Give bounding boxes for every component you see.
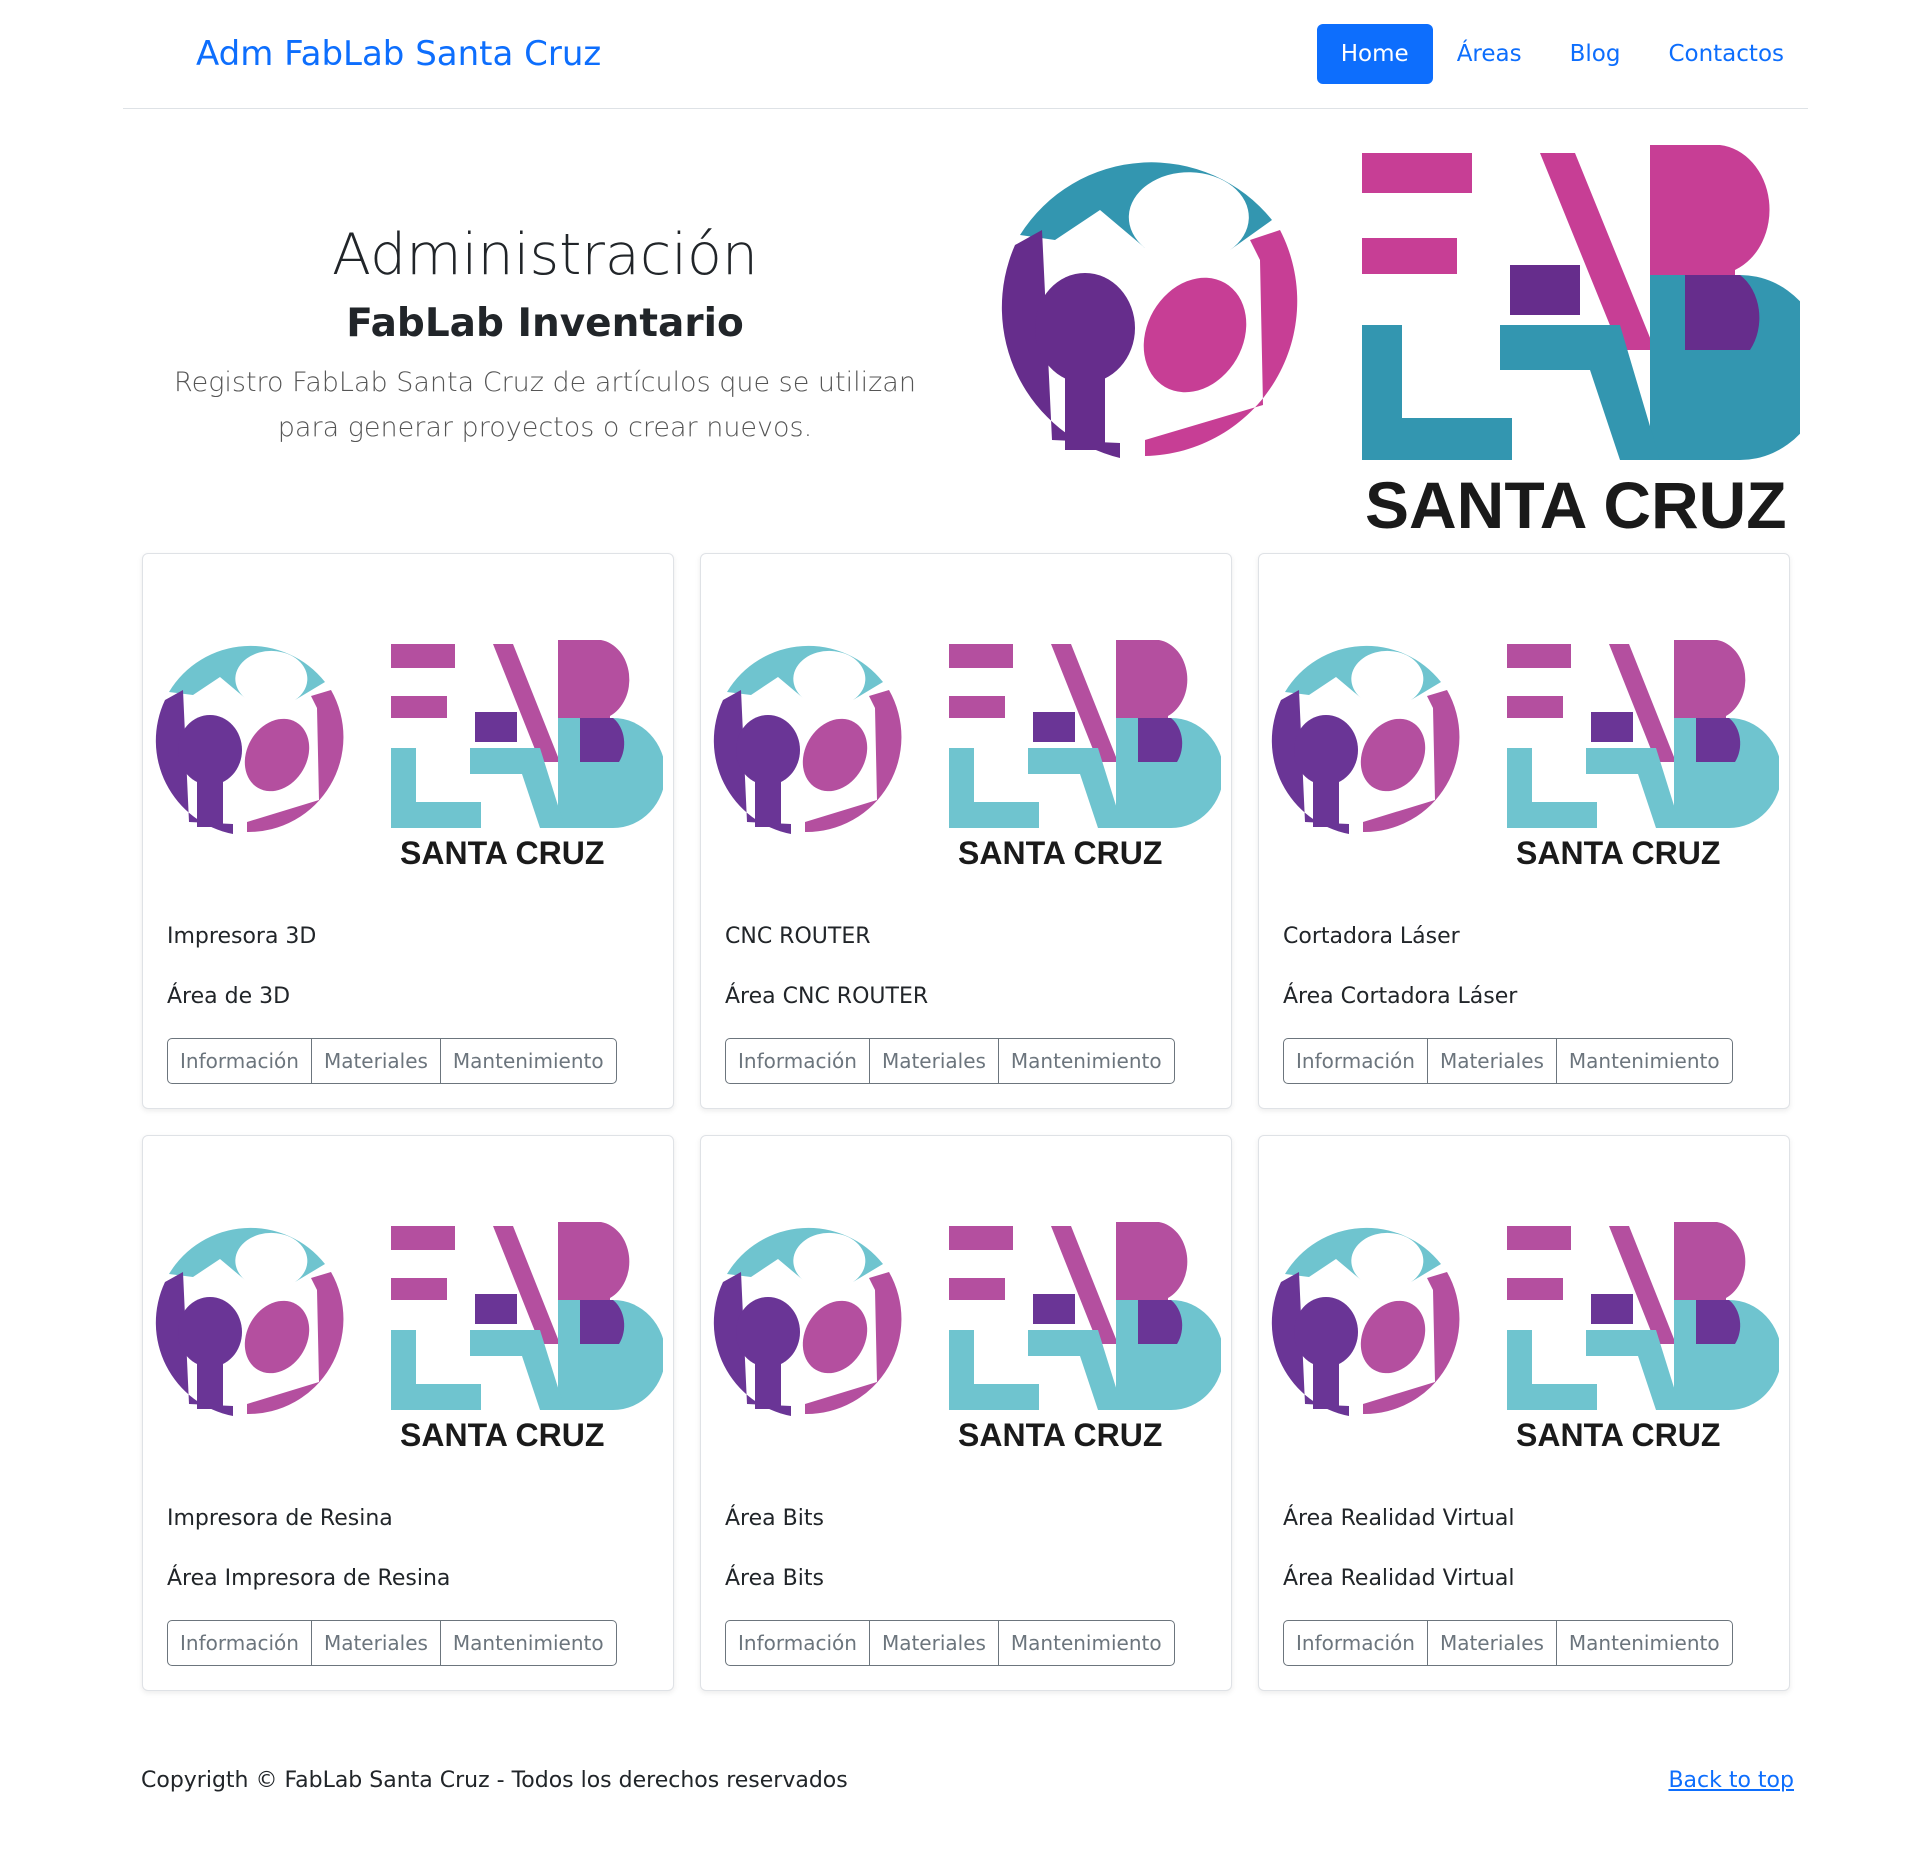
navbar: Adm FabLab Santa Cruz Home Áreas Blog Co… bbox=[123, 0, 1808, 109]
card-logo-image: SANTA CRUZ bbox=[1271, 640, 1779, 871]
mantenimiento-button[interactable]: Mantenimiento bbox=[1555, 1038, 1733, 1084]
area-card: SANTA CRUZ Área Bits Área Bits Informaci… bbox=[700, 1135, 1232, 1691]
fablab-letters-icon bbox=[391, 1222, 663, 1410]
card-button-group: Información Materiales Mantenimiento bbox=[1283, 1620, 1733, 1666]
area-card: SANTA CRUZ Impresora de Resina Área Impr… bbox=[142, 1135, 674, 1691]
main-nav: Home Áreas Blog Contactos bbox=[1316, 24, 1808, 84]
fablab-emblem-icon bbox=[1001, 162, 1298, 458]
card-logo-text: SANTA CRUZ bbox=[400, 1417, 604, 1453]
fablab-letters-icon bbox=[949, 640, 1221, 828]
fablab-letters-icon bbox=[1507, 1222, 1779, 1410]
brand-link[interactable]: Adm FabLab Santa Cruz bbox=[196, 34, 601, 74]
card-text: Área Impresora de Resina bbox=[167, 1566, 451, 1591]
hero-logo-text: SANTA CRUZ bbox=[1365, 468, 1787, 540]
area-card: SANTA CRUZ CNC ROUTER Área CNC ROUTER In… bbox=[700, 553, 1232, 1109]
card-text: Área de 3D bbox=[167, 984, 291, 1009]
card-button-group: Información Materiales Mantenimiento bbox=[725, 1038, 1175, 1084]
card-logo-image: SANTA CRUZ bbox=[713, 640, 1221, 871]
fablab-emblem-icon bbox=[155, 1227, 344, 1416]
card-title: Área Bits bbox=[725, 1506, 824, 1531]
materiales-button[interactable]: Materiales bbox=[868, 1620, 999, 1666]
informacion-button[interactable]: Información bbox=[167, 1038, 312, 1084]
card-button-group: Información Materiales Mantenimiento bbox=[725, 1620, 1175, 1666]
informacion-button[interactable]: Información bbox=[725, 1038, 870, 1084]
fablab-letters-icon bbox=[1362, 145, 1800, 460]
area-card: SANTA CRUZ Área Realidad Virtual Área Re… bbox=[1258, 1135, 1790, 1691]
fablab-emblem-icon bbox=[155, 645, 344, 834]
materiales-button[interactable]: Materiales bbox=[868, 1038, 999, 1084]
card-logo-text: SANTA CRUZ bbox=[400, 835, 604, 871]
materiales-button[interactable]: Materiales bbox=[310, 1038, 441, 1084]
card-button-group: Información Materiales Mantenimiento bbox=[167, 1620, 617, 1666]
mantenimiento-button[interactable]: Mantenimiento bbox=[997, 1620, 1175, 1666]
informacion-button[interactable]: Información bbox=[725, 1620, 870, 1666]
fablab-emblem-icon bbox=[713, 1227, 902, 1416]
nav-contactos[interactable]: Contactos bbox=[1644, 24, 1808, 84]
card-logo-image: SANTA CRUZ bbox=[713, 1222, 1221, 1453]
mantenimiento-button[interactable]: Mantenimiento bbox=[439, 1038, 617, 1084]
fablab-emblem-icon bbox=[713, 645, 902, 834]
card-text: Área Cortadora Láser bbox=[1283, 984, 1518, 1009]
card-logo-text: SANTA CRUZ bbox=[1516, 1417, 1720, 1453]
hero-subtitle: FabLab Inventario bbox=[346, 301, 744, 346]
card-text: Área Realidad Virtual bbox=[1283, 1566, 1515, 1591]
fablab-letters-icon bbox=[391, 640, 663, 828]
fablab-emblem-icon bbox=[1271, 645, 1460, 834]
informacion-button[interactable]: Información bbox=[1283, 1038, 1428, 1084]
back-to-top-link[interactable]: Back to top bbox=[1668, 1768, 1794, 1793]
footer-copyright: Copyrigth © FabLab Santa Cruz - Todos lo… bbox=[141, 1768, 848, 1793]
card-title: CNC ROUTER bbox=[725, 924, 871, 949]
materiales-button[interactable]: Materiales bbox=[310, 1620, 441, 1666]
fablab-letters-icon bbox=[1507, 640, 1779, 828]
mantenimiento-button[interactable]: Mantenimiento bbox=[997, 1038, 1175, 1084]
card-title: Cortadora Láser bbox=[1283, 924, 1460, 949]
card-text: Área Bits bbox=[725, 1566, 824, 1591]
mantenimiento-button[interactable]: Mantenimiento bbox=[1555, 1620, 1733, 1666]
card-logo-text: SANTA CRUZ bbox=[958, 835, 1162, 871]
fablab-logo: SANTA CRUZ bbox=[1001, 145, 1800, 540]
materiales-button[interactable]: Materiales bbox=[1426, 1038, 1557, 1084]
card-logo-image: SANTA CRUZ bbox=[155, 640, 663, 871]
mantenimiento-button[interactable]: Mantenimiento bbox=[439, 1620, 617, 1666]
fablab-letters-icon bbox=[949, 1222, 1221, 1410]
card-logo-image: SANTA CRUZ bbox=[1271, 1222, 1779, 1453]
area-card: SANTA CRUZ Cortadora Láser Área Cortador… bbox=[1258, 553, 1790, 1109]
card-logo-text: SANTA CRUZ bbox=[958, 1417, 1162, 1453]
hero-section: Administración FabLab Inventario Registr… bbox=[140, 220, 950, 450]
card-logo-image: SANTA CRUZ bbox=[155, 1222, 663, 1453]
nav-areas[interactable]: Áreas bbox=[1433, 24, 1546, 84]
card-title: Área Realidad Virtual bbox=[1283, 1506, 1515, 1531]
card-logo-text: SANTA CRUZ bbox=[1516, 835, 1720, 871]
hero-title: Administración bbox=[331, 222, 759, 288]
informacion-button[interactable]: Información bbox=[167, 1620, 312, 1666]
card-button-group: Información Materiales Mantenimiento bbox=[167, 1038, 617, 1084]
informacion-button[interactable]: Información bbox=[1283, 1620, 1428, 1666]
fablab-emblem-icon bbox=[1271, 1227, 1460, 1416]
nav-home[interactable]: Home bbox=[1316, 24, 1433, 84]
hero-description: Registro FabLab Santa Cruz de artículos … bbox=[174, 367, 916, 443]
area-card: SANTA CRUZ Impresora 3D Área de 3D Infor… bbox=[142, 553, 674, 1109]
card-button-group: Información Materiales Mantenimiento bbox=[1283, 1038, 1733, 1084]
materiales-button[interactable]: Materiales bbox=[1426, 1620, 1557, 1666]
card-title: Impresora de Resina bbox=[167, 1506, 393, 1531]
nav-blog[interactable]: Blog bbox=[1546, 24, 1645, 84]
card-text: Área CNC ROUTER bbox=[725, 984, 929, 1009]
card-title: Impresora 3D bbox=[167, 924, 317, 949]
